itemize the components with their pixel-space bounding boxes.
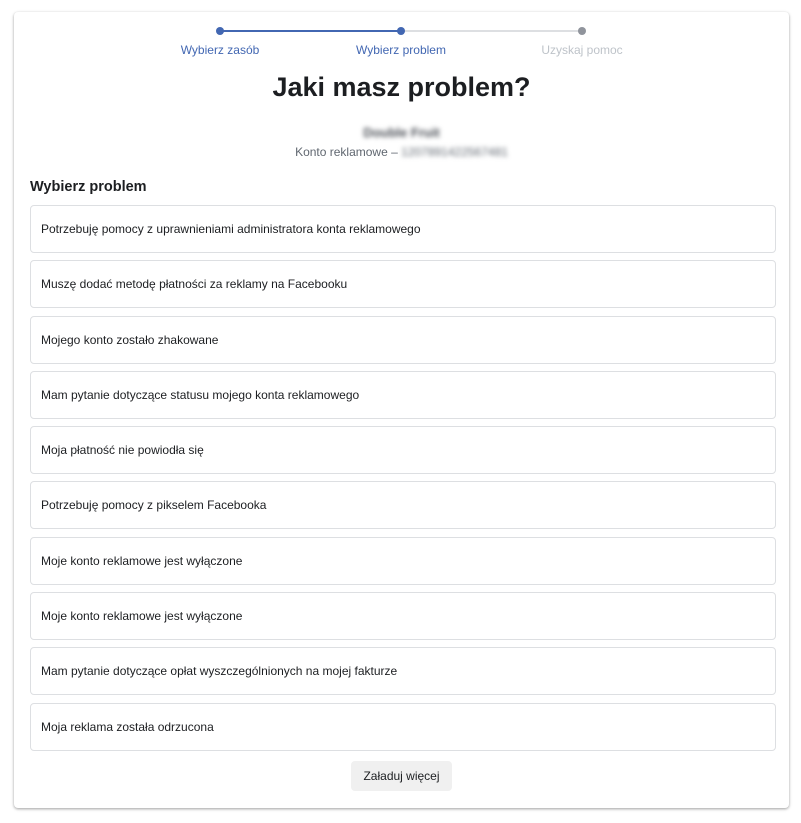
problem-option[interactable]: Moje konto reklamowe jest wyłączone [30, 536, 776, 585]
account-name: Double Fruit [363, 125, 440, 140]
problem-option[interactable]: Mam pytanie dotyczące statusu mojego kon… [30, 370, 776, 419]
load-more-button[interactable]: Załaduj więcej [351, 761, 452, 791]
problem-option[interactable]: Mam pytanie dotyczące opłat wyszczególni… [30, 647, 776, 696]
step-3-dot [578, 27, 586, 35]
page-title: Jaki masz problem? [272, 72, 531, 102]
step-2-dot [397, 27, 405, 35]
problem-option[interactable]: Potrzebuję pomocy z pikselem Facebooka [30, 481, 776, 530]
step-1-dot [216, 27, 224, 35]
problem-section-heading: Wybierz problem [30, 179, 147, 195]
support-card: Wybierz zasób Wybierz problem Uzyskaj po… [14, 12, 789, 808]
problem-option[interactable]: Muszę dodać metodę płatności za reklamy … [30, 260, 776, 309]
account-type-label: Konto reklamowe – [295, 145, 398, 159]
step-2-label: Wybierz problem [356, 43, 446, 57]
progress-stepper: Wybierz zasób Wybierz problem Uzyskaj po… [14, 12, 789, 72]
step-1-label[interactable]: Wybierz zasób [140, 43, 300, 57]
account-info: Konto reklamowe – 1207891422567481 [14, 145, 789, 159]
problem-option[interactable]: Moje konto reklamowe jest wyłączone [30, 592, 776, 641]
problem-list: Potrzebuję pomocy z uprawnieniami admini… [30, 205, 776, 758]
stepper-line-pending [401, 30, 582, 32]
problem-option[interactable]: Mojego konto zostało zhakowane [30, 315, 776, 364]
account-id: 1207891422567481 [401, 145, 508, 159]
problem-option[interactable]: Moja płatność nie powiodła się [30, 426, 776, 475]
step-3-label: Uzyskaj pomoc [541, 43, 623, 57]
stepper-line-completed [220, 30, 401, 32]
problem-option[interactable]: Potrzebuję pomocy z uprawnieniami admini… [30, 205, 776, 253]
problem-option[interactable]: Moja reklama została odrzucona [30, 702, 776, 751]
